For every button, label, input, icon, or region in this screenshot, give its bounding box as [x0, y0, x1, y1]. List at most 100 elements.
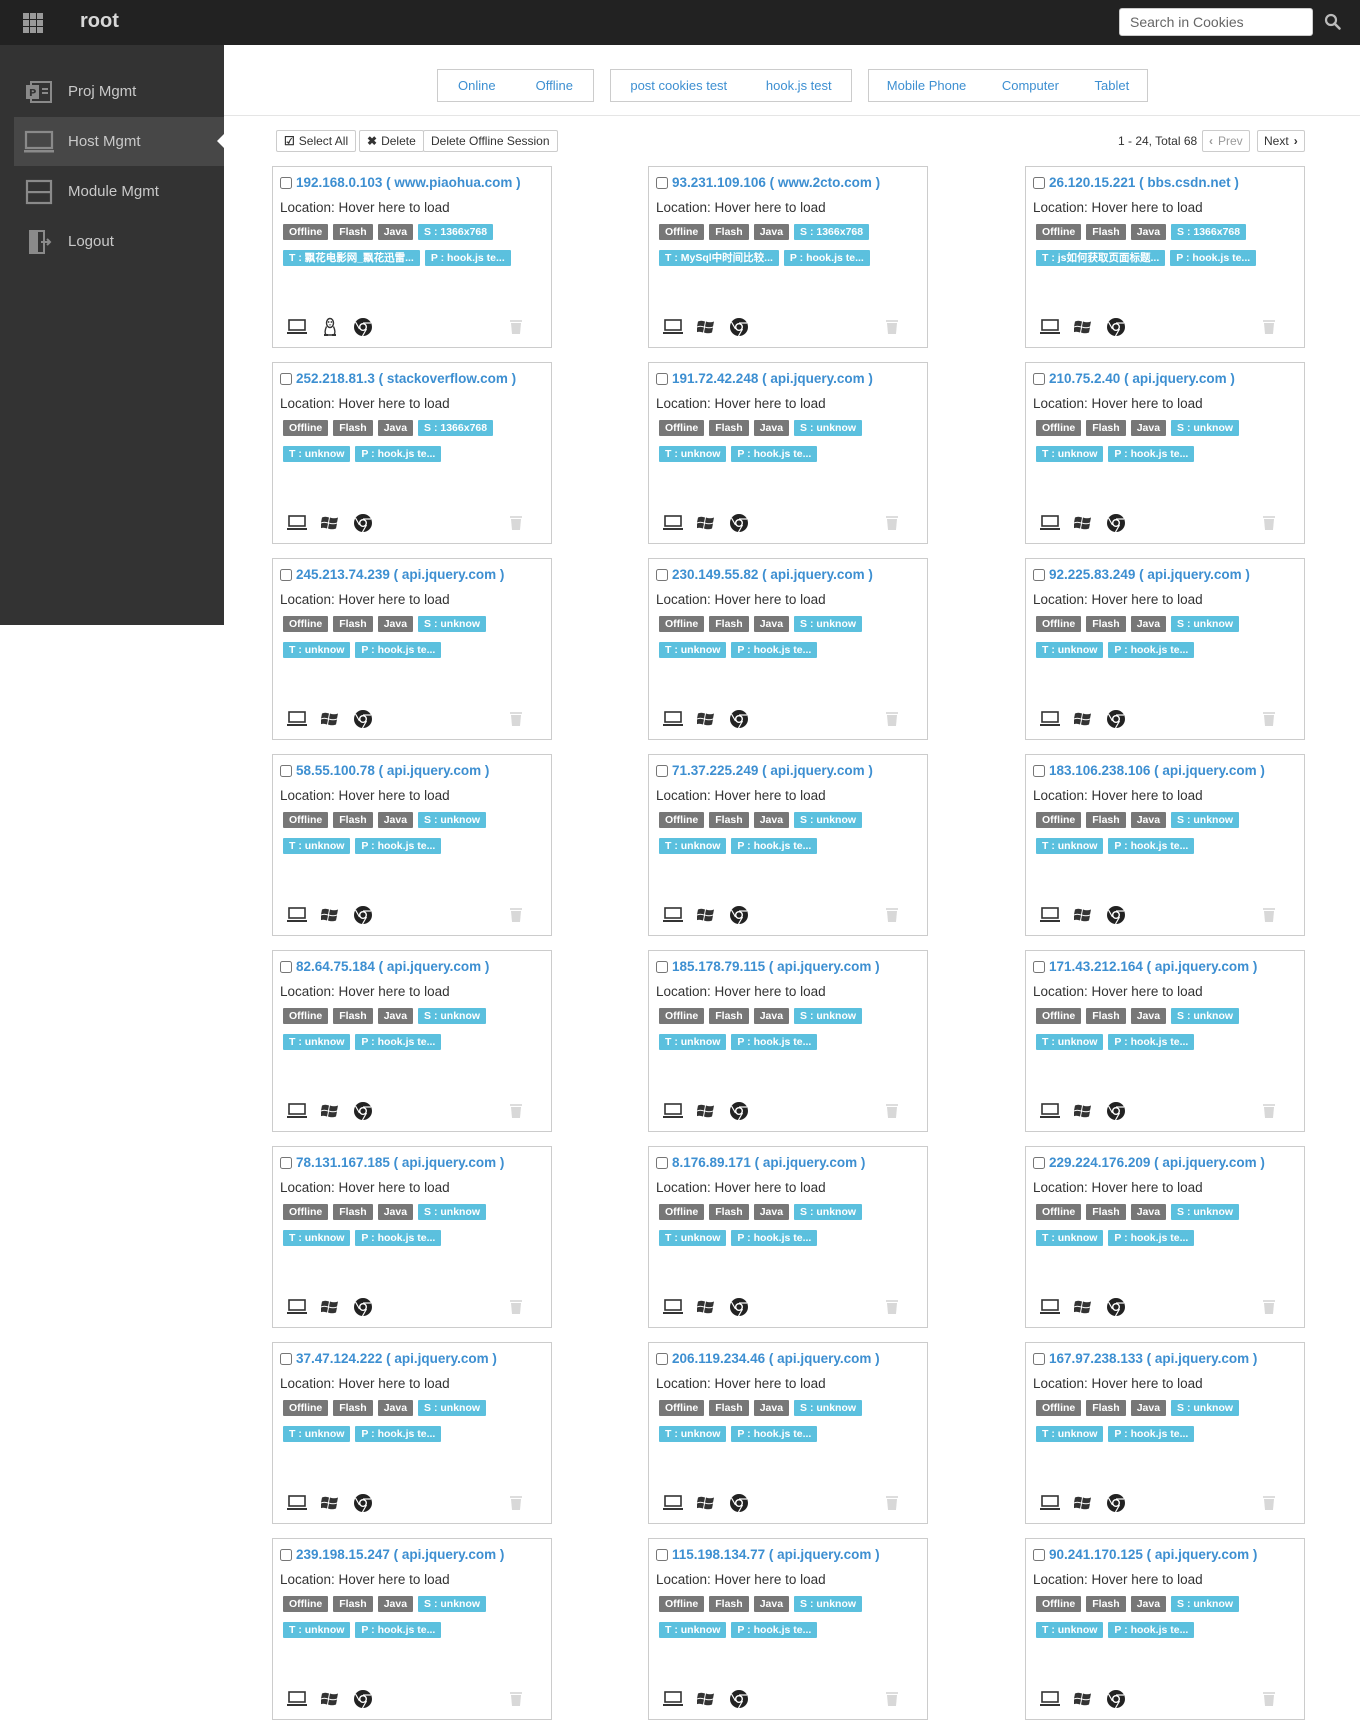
sidebar-item-logout[interactable]: Logout	[14, 217, 224, 266]
host-title-text[interactable]: 8.176.89.171 ( api.jquery.com )	[672, 1155, 865, 1170]
host-select-checkbox[interactable]	[656, 568, 668, 581]
host-location[interactable]: Location: Hover here to load	[656, 1572, 826, 1587]
host-title[interactable]: 252.218.81.3 ( stackoverflow.com )	[280, 371, 516, 386]
host-location[interactable]: Location: Hover here to load	[656, 200, 826, 215]
trash-icon[interactable]	[506, 513, 526, 533]
trash-icon[interactable]	[1259, 1493, 1279, 1513]
host-title-text[interactable]: 239.198.15.247 ( api.jquery.com )	[296, 1547, 504, 1562]
host-title[interactable]: 206.119.234.46 ( api.jquery.com )	[656, 1351, 880, 1366]
host-location[interactable]: Location: Hover here to load	[1033, 1180, 1203, 1195]
host-title[interactable]: 185.178.79.115 ( api.jquery.com )	[656, 959, 880, 974]
host-select-checkbox[interactable]	[1033, 1352, 1045, 1365]
filter-hookjs-test[interactable]: hook.js test	[766, 78, 832, 93]
host-location[interactable]: Location: Hover here to load	[656, 1376, 826, 1391]
host-title-text[interactable]: 93.231.109.106 ( www.2cto.com )	[672, 175, 880, 190]
host-title-text[interactable]: 185.178.79.115 ( api.jquery.com )	[672, 959, 880, 974]
host-location[interactable]: Location: Hover here to load	[1033, 1376, 1203, 1391]
host-select-checkbox[interactable]	[656, 1352, 668, 1365]
trash-icon[interactable]	[506, 1689, 526, 1709]
host-select-checkbox[interactable]	[1033, 176, 1045, 189]
host-title-text[interactable]: 78.131.167.185 ( api.jquery.com )	[296, 1155, 504, 1170]
filter-offline[interactable]: Offline	[536, 78, 573, 93]
host-location[interactable]: Location: Hover here to load	[280, 396, 450, 411]
host-location[interactable]: Location: Hover here to load	[280, 1572, 450, 1587]
host-title-text[interactable]: 58.55.100.78 ( api.jquery.com )	[296, 763, 489, 778]
trash-icon[interactable]	[882, 1101, 902, 1121]
host-location[interactable]: Location: Hover here to load	[656, 592, 826, 607]
trash-icon[interactable]	[506, 905, 526, 925]
host-location[interactable]: Location: Hover here to load	[656, 788, 826, 803]
delete-offline-session-button[interactable]: Delete Offline Session	[423, 130, 558, 152]
next-page-button[interactable]: Next ›	[1257, 130, 1305, 152]
host-select-checkbox[interactable]	[280, 764, 292, 777]
sidebar-item-host-mgmt[interactable]: Host Mgmt	[14, 117, 224, 166]
host-select-checkbox[interactable]	[280, 1548, 292, 1561]
host-select-checkbox[interactable]	[280, 372, 292, 385]
host-title-text[interactable]: 252.218.81.3 ( stackoverflow.com )	[296, 371, 516, 386]
host-select-checkbox[interactable]	[280, 1156, 292, 1169]
host-location[interactable]: Location: Hover here to load	[1033, 788, 1203, 803]
trash-icon[interactable]	[882, 1493, 902, 1513]
host-select-checkbox[interactable]	[1033, 960, 1045, 973]
host-title[interactable]: 26.120.15.221 ( bbs.csdn.net )	[1033, 175, 1239, 190]
host-title-text[interactable]: 71.37.225.249 ( api.jquery.com )	[672, 763, 873, 778]
host-title[interactable]: 171.43.212.164 ( api.jquery.com )	[1033, 959, 1257, 974]
prev-page-button[interactable]: ‹ Prev	[1202, 130, 1250, 152]
host-title-text[interactable]: 37.47.124.222 ( api.jquery.com )	[296, 1351, 497, 1366]
host-select-checkbox[interactable]	[656, 1548, 668, 1561]
trash-icon[interactable]	[1259, 317, 1279, 337]
host-select-checkbox[interactable]	[1033, 372, 1045, 385]
host-title[interactable]: 183.106.238.106 ( api.jquery.com )	[1033, 763, 1265, 778]
trash-icon[interactable]	[506, 1493, 526, 1513]
host-select-checkbox[interactable]	[1033, 764, 1045, 777]
host-select-checkbox[interactable]	[280, 960, 292, 973]
host-select-checkbox[interactable]	[280, 176, 292, 189]
host-location[interactable]: Location: Hover here to load	[656, 984, 826, 999]
select-all-button[interactable]: ☑ Select All	[276, 130, 357, 152]
host-select-checkbox[interactable]	[1033, 568, 1045, 581]
host-title-text[interactable]: 82.64.75.184 ( api.jquery.com )	[296, 959, 489, 974]
host-select-checkbox[interactable]	[1033, 1548, 1045, 1561]
filter-online[interactable]: Online	[458, 78, 496, 93]
host-title[interactable]: 90.241.170.125 ( api.jquery.com )	[1033, 1547, 1257, 1562]
host-select-checkbox[interactable]	[656, 176, 668, 189]
host-title[interactable]: 245.213.74.239 ( api.jquery.com )	[280, 567, 504, 582]
host-location[interactable]: Location: Hover here to load	[1033, 592, 1203, 607]
host-title-text[interactable]: 92.225.83.249 ( api.jquery.com )	[1049, 567, 1250, 582]
filter-computer[interactable]: Computer	[1002, 78, 1059, 93]
host-title[interactable]: 239.198.15.247 ( api.jquery.com )	[280, 1547, 504, 1562]
host-select-checkbox[interactable]	[656, 372, 668, 385]
host-title[interactable]: 192.168.0.103 ( www.piaohua.com )	[280, 175, 521, 190]
host-location[interactable]: Location: Hover here to load	[280, 984, 450, 999]
trash-icon[interactable]	[1259, 1689, 1279, 1709]
trash-icon[interactable]	[882, 513, 902, 533]
host-title-text[interactable]: 230.149.55.82 ( api.jquery.com )	[672, 567, 873, 582]
trash-icon[interactable]	[506, 317, 526, 337]
host-title[interactable]: 167.97.238.133 ( api.jquery.com )	[1033, 1351, 1257, 1366]
host-location[interactable]: Location: Hover here to load	[1033, 396, 1203, 411]
cookie-search-input[interactable]	[1119, 8, 1313, 36]
host-title-text[interactable]: 26.120.15.221 ( bbs.csdn.net )	[1049, 175, 1239, 190]
filter-tablet[interactable]: Tablet	[1094, 78, 1129, 93]
host-title[interactable]: 37.47.124.222 ( api.jquery.com )	[280, 1351, 497, 1366]
host-location[interactable]: Location: Hover here to load	[280, 592, 450, 607]
host-select-checkbox[interactable]	[656, 764, 668, 777]
sidebar-item-module-mgmt[interactable]: Module Mgmt	[14, 167, 224, 216]
host-title[interactable]: 191.72.42.248 ( api.jquery.com )	[656, 371, 873, 386]
host-title[interactable]: 93.231.109.106 ( www.2cto.com )	[656, 175, 880, 190]
host-location[interactable]: Location: Hover here to load	[1033, 1572, 1203, 1587]
host-location[interactable]: Location: Hover here to load	[656, 396, 826, 411]
host-title-text[interactable]: 90.241.170.125 ( api.jquery.com )	[1049, 1547, 1257, 1562]
filter-mobile-phone[interactable]: Mobile Phone	[887, 78, 967, 93]
host-select-checkbox[interactable]	[656, 1156, 668, 1169]
host-location[interactable]: Location: Hover here to load	[280, 1180, 450, 1195]
host-title-text[interactable]: 191.72.42.248 ( api.jquery.com )	[672, 371, 873, 386]
host-title-text[interactable]: 229.224.176.209 ( api.jquery.com )	[1049, 1155, 1265, 1170]
host-location[interactable]: Location: Hover here to load	[1033, 200, 1203, 215]
host-title[interactable]: 230.149.55.82 ( api.jquery.com )	[656, 567, 873, 582]
host-select-checkbox[interactable]	[280, 568, 292, 581]
host-location[interactable]: Location: Hover here to load	[280, 200, 450, 215]
host-title-text[interactable]: 210.75.2.40 ( api.jquery.com )	[1049, 371, 1235, 386]
host-title[interactable]: 58.55.100.78 ( api.jquery.com )	[280, 763, 489, 778]
host-title[interactable]: 210.75.2.40 ( api.jquery.com )	[1033, 371, 1235, 386]
